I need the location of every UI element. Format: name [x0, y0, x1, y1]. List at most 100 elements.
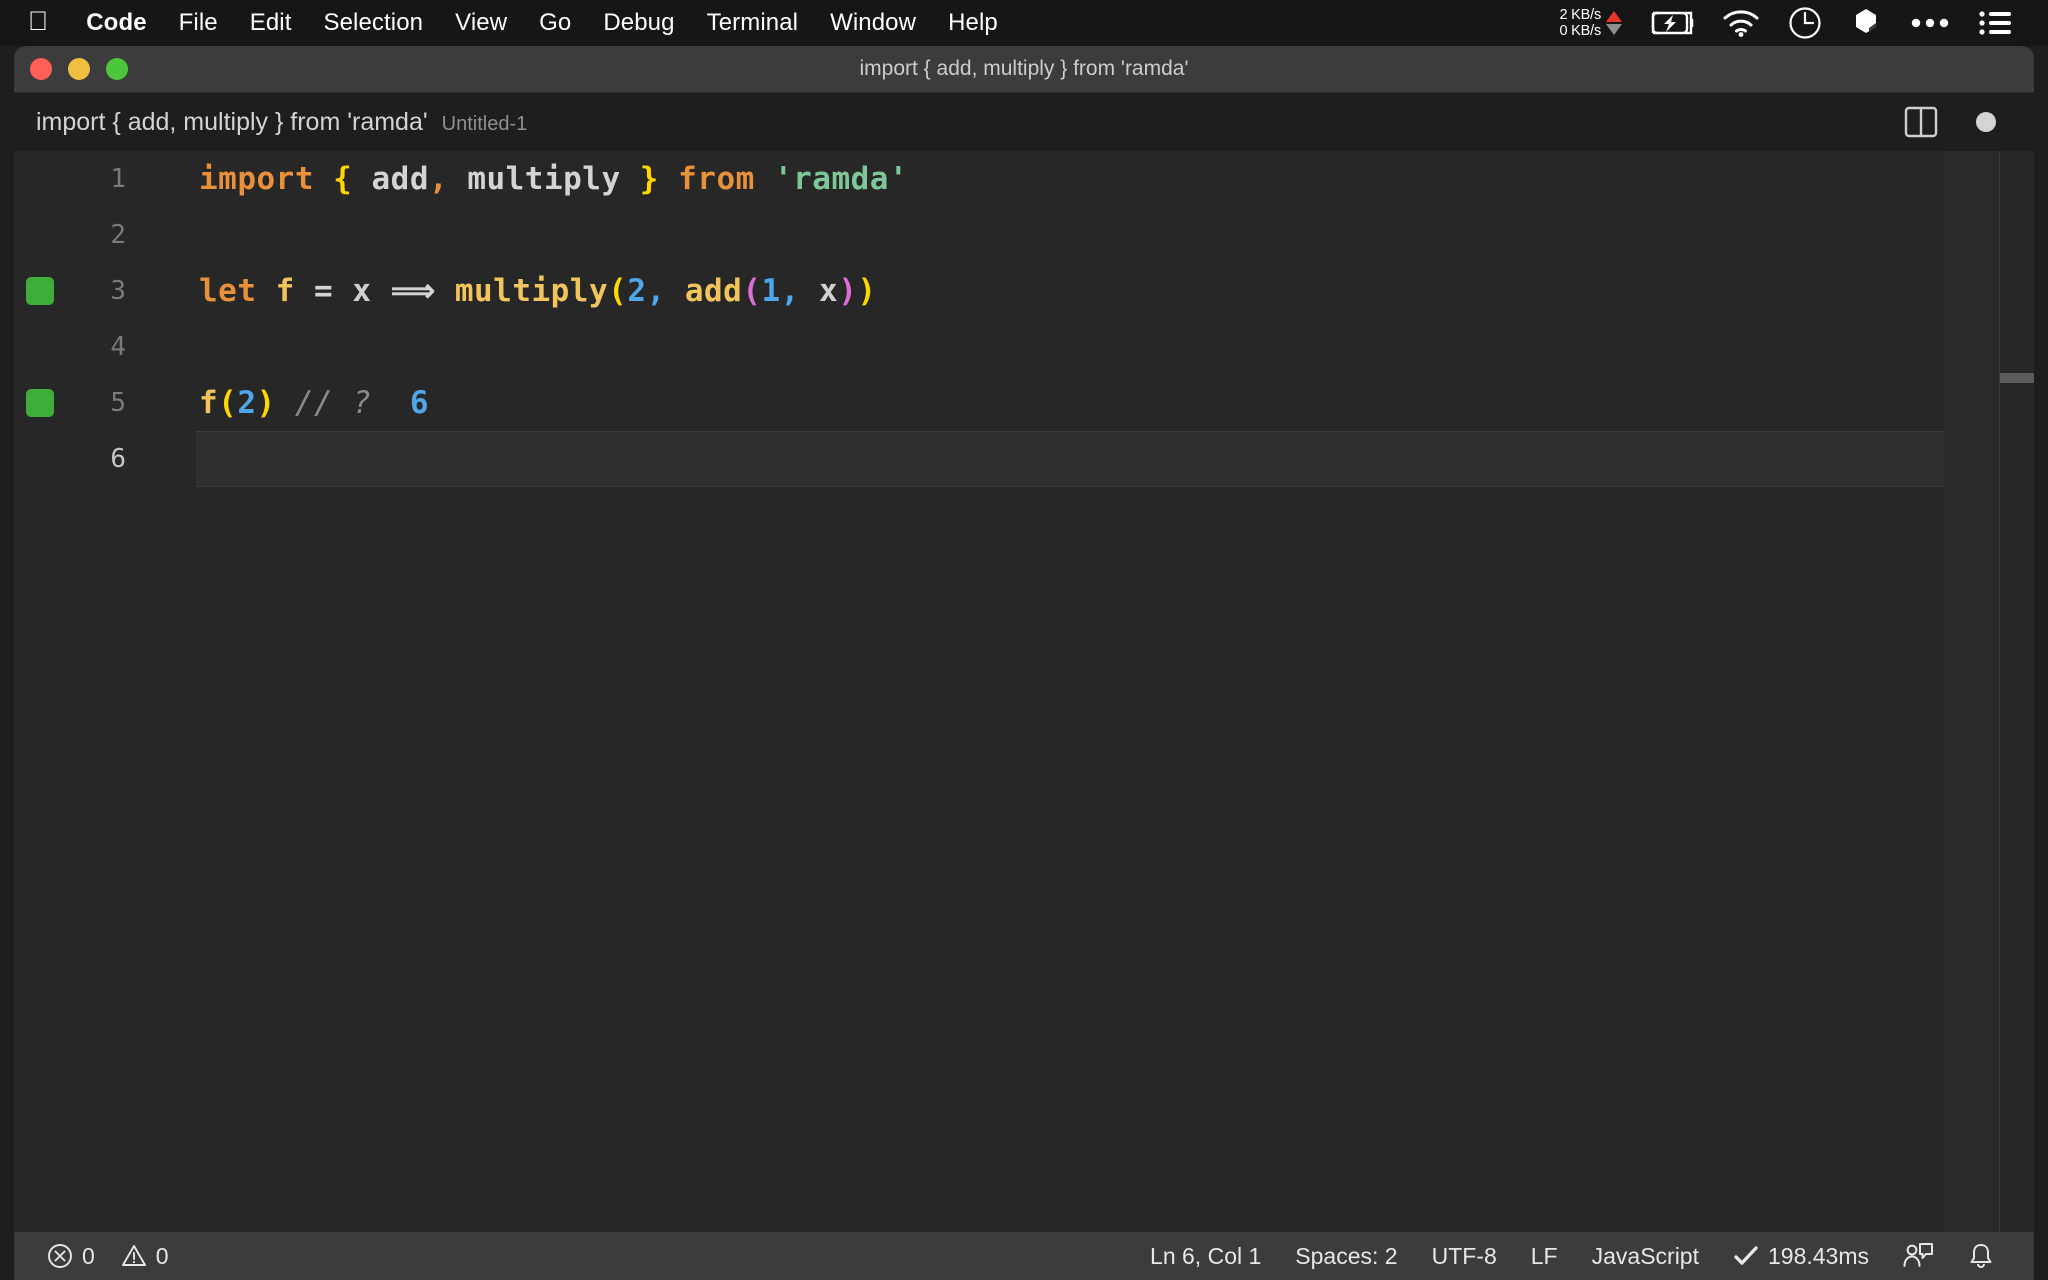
scrollbar-marker: [2000, 373, 2034, 383]
breadcrumb-bar: import { add, multiply } from 'ramda' Un…: [14, 93, 2034, 151]
line-number: 3: [110, 276, 126, 306]
network-arrows: [1606, 11, 1622, 35]
code-token: multiply: [454, 273, 609, 309]
code-line-3[interactable]: 3 let f = x ⟹ multiply(2, add(1, x)): [14, 263, 2034, 319]
menu-item-code[interactable]: Code: [70, 9, 162, 37]
window-title-bar: import { add, multiply } from 'ramda': [14, 46, 2034, 93]
status-bar-right: Ln 6, Col 1 Spaces: 2 UTF-8 LF JavaScrip…: [1133, 1242, 2034, 1270]
code-line-2[interactable]: 2: [14, 207, 2034, 263]
code-token: // ?: [294, 385, 372, 421]
line-content[interactable]: f(2) // ? 6: [199, 385, 429, 421]
line-number: 2: [110, 220, 126, 250]
language-mode[interactable]: JavaScript: [1575, 1243, 1716, 1270]
menu-item-help[interactable]: Help: [932, 9, 1014, 37]
battery-charging-icon[interactable]: [1636, 10, 1708, 36]
code-token: (: [218, 385, 238, 421]
editor-action-group: [1904, 106, 2034, 138]
menu-item-selection[interactable]: Selection: [308, 9, 440, 37]
upload-arrow-icon: [1606, 11, 1622, 22]
menu-item-window[interactable]: Window: [814, 9, 932, 37]
code-token: f: [275, 273, 295, 309]
ellipsis-icon[interactable]: [1896, 16, 1964, 30]
code-token: {: [333, 161, 353, 197]
dropbox-icon[interactable]: [1836, 7, 1896, 39]
code-token: ,: [646, 273, 666, 309]
code-line-1[interactable]: 1 import { add, multiply } from 'ramda': [14, 151, 2034, 207]
code-line-6[interactable]: 6: [14, 431, 2034, 487]
menu-item-debug[interactable]: Debug: [587, 9, 690, 37]
split-editor-icon[interactable]: [1904, 106, 1938, 138]
error-count: 0: [82, 1242, 95, 1269]
active-line-highlight: [196, 431, 1944, 487]
menu-item-file[interactable]: File: [163, 9, 234, 37]
window-title: import { add, multiply } from 'ramda': [859, 57, 1189, 80]
wifi-icon[interactable]: [1708, 9, 1774, 37]
code-token: 2: [237, 385, 257, 421]
close-button[interactable]: [30, 58, 52, 80]
check-icon: [1733, 1244, 1759, 1268]
code-lines-container[interactable]: 1 import { add, multiply } from 'ramda' 2 3…: [14, 151, 2034, 1232]
warning-count: 0: [155, 1242, 169, 1269]
traffic-light-buttons: [30, 58, 128, 80]
quokka-run-time[interactable]: 198.43ms: [1716, 1243, 1886, 1270]
control-center-icon[interactable]: [1964, 9, 2026, 37]
code-editor[interactable]: 1 import { add, multiply } from 'ramda' 2 3…: [14, 151, 2034, 1232]
network-upload-rate: 2 KB/s: [1559, 7, 1601, 23]
feedback-person-icon[interactable]: [1886, 1242, 1950, 1270]
network-speed-indicator[interactable]: 2 KB/s 0 KB/s: [1545, 7, 1636, 39]
line-content[interactable]: import { add, multiply } from 'ramda': [199, 161, 908, 197]
line-number: 1: [110, 164, 126, 194]
code-line-4[interactable]: 4: [14, 319, 2034, 375]
live-execution-marker: [26, 277, 54, 305]
apple-logo-icon[interactable]: : [28, 7, 48, 35]
menu-item-terminal[interactable]: Terminal: [691, 9, 815, 37]
line-number: 6: [110, 444, 126, 474]
cursor-position[interactable]: Ln 6, Col 1: [1133, 1243, 1278, 1270]
breadcrumb[interactable]: import { add, multiply } from 'ramda' Un…: [36, 108, 527, 137]
editor-scrollbar[interactable]: [2000, 151, 2034, 1232]
menu-item-go[interactable]: Go: [523, 9, 587, 37]
menu-items-group: Code File Edit Selection View Go Debug Terminal…: [70, 9, 1014, 37]
code-token: 'ramda': [773, 161, 909, 197]
minimize-button[interactable]: [68, 58, 90, 80]
run-time-value: 198.43ms: [1767, 1242, 1869, 1269]
code-token: =: [314, 273, 334, 309]
code-token: ,: [428, 161, 449, 197]
code-token: 2: [627, 273, 647, 309]
code-token: import: [199, 161, 314, 197]
vscode-window: import { add, multiply } from 'ramda' im…: [14, 46, 2034, 1280]
breadcrumb-path[interactable]: import { add, multiply } from 'ramda': [36, 108, 428, 137]
breadcrumb-file[interactable]: Untitled-1: [442, 113, 528, 136]
download-arrow-icon: [1606, 24, 1622, 35]
code-token: f: [199, 385, 219, 421]
problems-indicator[interactable]: 0 0: [34, 1243, 182, 1270]
warning-triangle-icon: [121, 1243, 147, 1269]
clock-icon[interactable]: [1774, 6, 1836, 40]
maximize-button[interactable]: [106, 58, 128, 80]
code-token: 6: [409, 385, 430, 421]
code-token: ,: [780, 273, 800, 309]
minimap[interactable]: [1944, 151, 2000, 1232]
menu-item-view[interactable]: View: [439, 9, 523, 37]
indentation-setting[interactable]: Spaces: 2: [1278, 1243, 1414, 1270]
bell-icon[interactable]: [1950, 1242, 2012, 1270]
code-token: ⟹: [390, 273, 436, 309]
code-token: ): [857, 273, 877, 309]
encoding-setting[interactable]: UTF-8: [1415, 1243, 1514, 1270]
line-content[interactable]: let f = x ⟹ multiply(2, add(1, x)): [199, 273, 877, 309]
line-number: 5: [110, 388, 126, 418]
macos-menu-bar:  CodeFileEditSelectionViewGoDebugTermin…: [0, 0, 2048, 46]
unsaved-dot-icon[interactable]: [1976, 112, 1996, 132]
code-line-5[interactable]: 5 f(2) // ? 6: [14, 375, 2034, 431]
menu-item-edit[interactable]: Edit: [234, 9, 308, 37]
live-execution-marker: [26, 389, 54, 417]
code-token: }: [639, 161, 659, 197]
line-endings-setting[interactable]: LF: [1514, 1243, 1575, 1270]
